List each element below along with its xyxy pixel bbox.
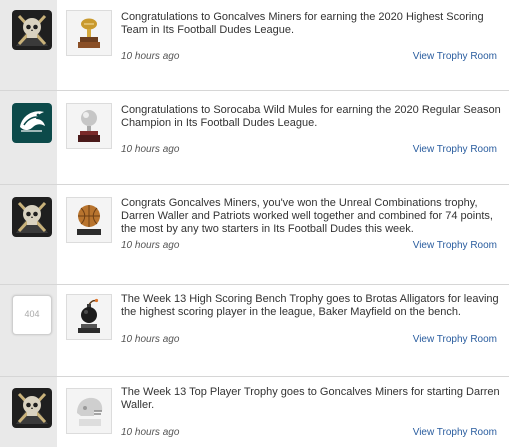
feed-item-time: 10 hours ago — [121, 51, 180, 62]
feed-item-message: The Week 13 Top Player Trophy goes to Go… — [121, 386, 500, 411]
view-trophy-room-link[interactable]: View Trophy Room — [413, 51, 497, 62]
missing-image-icon[interactable]: 404 — [12, 295, 52, 335]
skull-logo-icon[interactable] — [12, 10, 52, 50]
feed-item: Congratulations to Sorocaba Wild Mules f… — [0, 91, 509, 185]
skull-logo-icon[interactable] — [12, 388, 52, 428]
feed-item-message: Congrats Goncalves Miners, you've won th… — [121, 197, 493, 235]
missing-image-label: 404 — [24, 309, 40, 319]
view-trophy-room-link[interactable]: View Trophy Room — [413, 334, 497, 345]
view-trophy-room-link[interactable]: View Trophy Room — [413, 240, 497, 251]
feed-item-message: The Week 13 High Scoring Bench Trophy go… — [121, 293, 499, 318]
feed-item-time: 10 hours ago — [121, 144, 180, 155]
feed-item-message: Congratulations to Sorocaba Wild Mules f… — [121, 104, 501, 129]
basketball-trophy-icon[interactable] — [66, 197, 112, 243]
view-trophy-room-link[interactable]: View Trophy Room — [413, 427, 497, 438]
feed-item-time: 10 hours ago — [121, 334, 180, 345]
feed-item-time: 10 hours ago — [121, 240, 180, 251]
feed-item: The Week 13 Top Player Trophy goes to Go… — [0, 377, 509, 447]
silver-ball-trophy-icon[interactable] — [66, 103, 112, 149]
gold-football-trophy-icon[interactable] — [66, 10, 112, 56]
trophy-activity-feed: Congratulations to Goncalves Miners for … — [0, 0, 509, 447]
feed-item: Congratulations to Goncalves Miners for … — [0, 0, 509, 91]
feed-item-message: Congratulations to Goncalves Miners for … — [121, 11, 484, 36]
feed-item: Congrats Goncalves Miners, you've won th… — [0, 185, 509, 285]
bomb-trophy-icon[interactable] — [66, 294, 112, 340]
feed-item-time: 10 hours ago — [121, 427, 180, 438]
view-trophy-room-link[interactable]: View Trophy Room — [413, 144, 497, 155]
skull-logo-icon[interactable] — [12, 197, 52, 237]
feed-item: 404 The Week 13 High Scoring Bench Troph… — [0, 285, 509, 377]
eagle-logo-icon[interactable] — [12, 103, 52, 143]
silver-helmet-trophy-icon[interactable] — [66, 388, 112, 434]
